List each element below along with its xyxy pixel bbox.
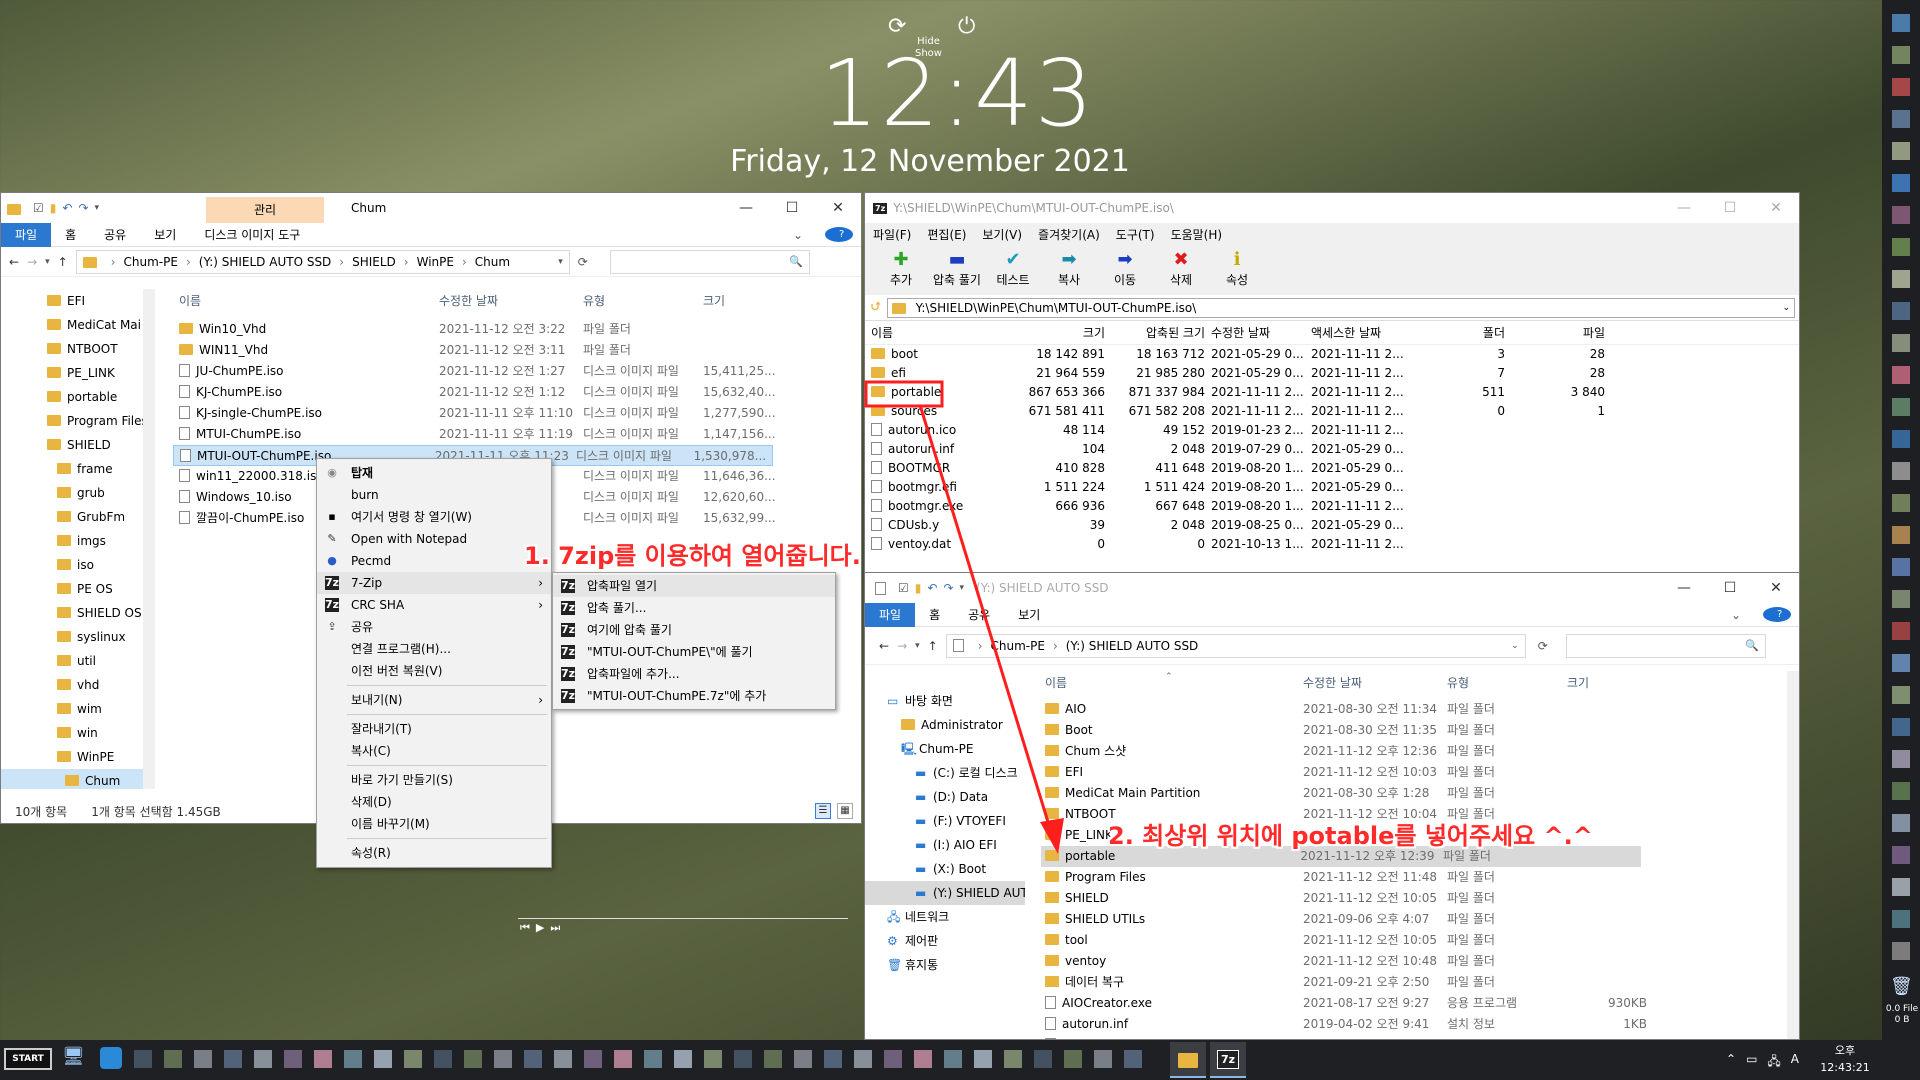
- pinned-app-icon[interactable]: [100, 1047, 122, 1069]
- media-controls[interactable]: ⏮▶⏭: [520, 921, 566, 935]
- dock-app-icon[interactable]: [1892, 718, 1910, 736]
- dock-app-icon[interactable]: [1892, 206, 1910, 224]
- taskbar-app-icon[interactable]: [614, 1050, 632, 1068]
- dock-app-icon[interactable]: [1892, 878, 1910, 896]
- dock-app-icon[interactable]: [1892, 174, 1910, 192]
- taskbar-app-icon[interactable]: [404, 1050, 422, 1068]
- dock-app-icon[interactable]: [1892, 494, 1910, 512]
- dock-app-icon[interactable]: [1892, 366, 1910, 384]
- taskbar-app-icon[interactable]: [704, 1050, 722, 1068]
- video-controls-overlay: [518, 918, 848, 919]
- drag-arrow-head: [1040, 818, 1064, 854]
- dock-app-icon[interactable]: [1892, 910, 1910, 928]
- dock-app-icon[interactable]: [1892, 302, 1910, 320]
- dock-app-icon[interactable]: [1892, 782, 1910, 800]
- 7zip-app-icon: 7z: [1216, 1049, 1240, 1069]
- dock-app-icon[interactable]: [1892, 942, 1910, 960]
- taskbar-app-icon[interactable]: [464, 1050, 482, 1068]
- annotation-step-2: 2. 최상위 위치에 potable를 넣어주세요 ^.^: [1108, 822, 1593, 850]
- dock-app-icon[interactable]: [1892, 686, 1910, 704]
- taskbar-app-icon[interactable]: [974, 1050, 992, 1068]
- taskbar-app-icon[interactable]: [1034, 1050, 1052, 1068]
- taskbar-app-icon[interactable]: [824, 1050, 842, 1068]
- network-tray-icon[interactable]: 🖧: [1767, 1052, 1780, 1073]
- dock-app-icon[interactable]: [1892, 46, 1910, 64]
- ime-indicator[interactable]: A: [1791, 1052, 1799, 1073]
- taskbar-app-icon[interactable]: [1124, 1050, 1142, 1068]
- tray-expand-icon[interactable]: ⌃: [1726, 1052, 1736, 1073]
- dock-app-icon[interactable]: [1892, 462, 1910, 480]
- taskbar-app-icon[interactable]: [314, 1050, 332, 1068]
- dock-app-icon[interactable]: [1892, 14, 1910, 32]
- taskbar-app-icon[interactable]: [224, 1050, 242, 1068]
- dock-app-icon[interactable]: [1892, 526, 1910, 544]
- taskbar-app-icon[interactable]: [134, 1050, 152, 1068]
- dock-app-icon[interactable]: [1892, 750, 1910, 768]
- taskbar-app-icon[interactable]: [284, 1050, 302, 1068]
- annotation-overlay: [518, 380, 1064, 919]
- taskbar-app-icon[interactable]: [344, 1050, 362, 1068]
- dock-app-icon[interactable]: [1892, 654, 1910, 672]
- dock-app-icon[interactable]: [1892, 110, 1910, 128]
- taskbar-app-icon[interactable]: [434, 1050, 452, 1068]
- folder-icon: [1178, 1052, 1198, 1068]
- drag-arrow-line: [918, 404, 1054, 836]
- taskbar-app-icon[interactable]: [254, 1050, 272, 1068]
- taskbar-app-icon[interactable]: [644, 1050, 662, 1068]
- taskbar-app-icon[interactable]: [164, 1050, 182, 1068]
- clock-time: 오후 12:43:21: [1820, 1044, 1870, 1074]
- taskbar-app-icon[interactable]: [884, 1050, 902, 1068]
- taskbar-7zip-button[interactable]: 7z: [1210, 1042, 1246, 1078]
- dock-app-icon[interactable]: [1892, 270, 1910, 288]
- taskbar-app-icon[interactable]: [1004, 1050, 1022, 1068]
- taskbar-app-icon[interactable]: [944, 1050, 962, 1068]
- dock-app-icon[interactable]: [1892, 590, 1910, 608]
- taskbar-explorer-button[interactable]: [1170, 1042, 1206, 1078]
- taskbar-app-icon[interactable]: [854, 1050, 872, 1068]
- recycle-size: 0 B: [1894, 1015, 1910, 1025]
- pinned-app-icon[interactable]: 🖥: [62, 1046, 86, 1070]
- taskbar-app-icon[interactable]: [794, 1050, 812, 1068]
- recycle-label: 0.0 File: [1885, 1004, 1919, 1014]
- taskbar-app-icon[interactable]: [674, 1050, 692, 1068]
- dock-app-icon[interactable]: [1892, 622, 1910, 640]
- recycle-bin-icon[interactable]: 🗑: [1890, 976, 1913, 998]
- taskbar-clock[interactable]: 오후 12:43:21 2021-11-12: [1812, 1042, 1878, 1080]
- taskbar-app-icon[interactable]: [734, 1050, 752, 1068]
- dock-app-icon[interactable]: [1892, 334, 1910, 352]
- tray-area: ⌃ ▭ 🖧 A: [1726, 1052, 1799, 1073]
- dock-app-icon[interactable]: [1892, 238, 1910, 256]
- dock-app-icon[interactable]: [1892, 430, 1910, 448]
- dock-app-icon[interactable]: [1892, 558, 1910, 576]
- dock-app-icon[interactable]: [1892, 398, 1910, 416]
- dock-app-icon[interactable]: [1892, 814, 1910, 832]
- dock-app-icon[interactable]: [1892, 142, 1910, 160]
- highlight-box-portable-7zip: [864, 380, 944, 408]
- taskbar-app-icon[interactable]: [1064, 1050, 1082, 1068]
- taskbar-app-icon[interactable]: [554, 1050, 572, 1068]
- taskbar-app-icon[interactable]: [374, 1050, 392, 1068]
- dock-app-icon[interactable]: [1892, 846, 1910, 864]
- taskbar-app-icon[interactable]: [914, 1050, 932, 1068]
- taskbar-app-icon[interactable]: [584, 1050, 602, 1068]
- taskbar-app-icon[interactable]: [194, 1050, 212, 1068]
- dock-app-icon[interactable]: [1892, 78, 1910, 96]
- taskbar-app-icon[interactable]: [524, 1050, 542, 1068]
- battery-icon[interactable]: ▭: [1746, 1052, 1757, 1073]
- start-button[interactable]: START: [4, 1048, 52, 1070]
- taskbar-app-icon[interactable]: [764, 1050, 782, 1068]
- taskbar-app-icon[interactable]: [494, 1050, 512, 1068]
- clock-date: 2021-11-12: [1812, 1076, 1878, 1080]
- annotation-step-1: 1. 7zip를 이용하여 열어줍니다.: [524, 542, 861, 570]
- taskbar-app-icon[interactable]: [1094, 1050, 1112, 1068]
